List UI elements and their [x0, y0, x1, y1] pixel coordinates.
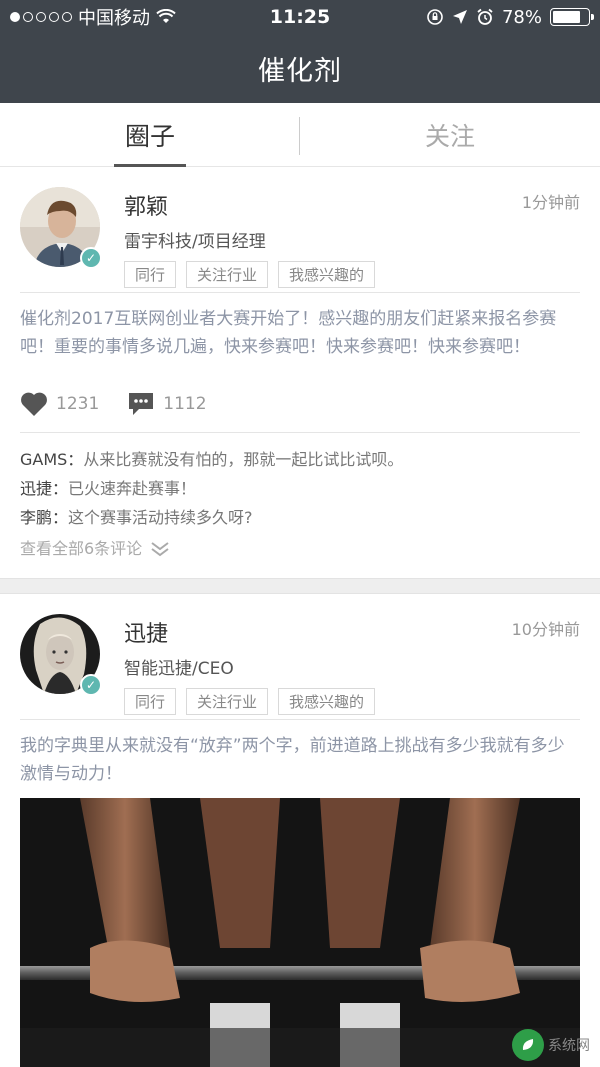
post-time: 10分钟前	[511, 620, 580, 639]
watermark-text: 系统网	[548, 1038, 590, 1054]
comment-text: 这个赛事活动持续多久呀?	[68, 508, 253, 527]
tag-list: 同行 关注行业 我感兴趣的	[124, 261, 580, 288]
comment-item[interactable]: 迅捷：已火速奔赴赛事！	[20, 474, 580, 503]
view-all-comments-link[interactable]: 查看全部6条评论	[20, 534, 580, 564]
post-time: 1分钟前	[521, 193, 580, 212]
page-title: 催化剂	[258, 56, 342, 87]
heart-icon	[21, 392, 47, 416]
comment-button[interactable]: 1112	[127, 391, 207, 417]
like-count: 1231	[56, 393, 100, 414]
tab-circle[interactable]: 圈子	[0, 103, 300, 166]
comment-bubble-icon	[129, 392, 154, 415]
avatar[interactable]: ✓	[20, 614, 102, 696]
post-header: ✓ 郭颖 雷宇科技/项目经理 同行 关注行业 我感兴趣的 1分钟前	[20, 167, 580, 293]
comment-item[interactable]: GAMS：从来比赛就没有怕的，那就一起比试比试呗。	[20, 445, 580, 474]
tag-follow-industry[interactable]: 关注行业	[186, 261, 269, 288]
comment-user: 李鹏：	[20, 508, 69, 527]
user-name[interactable]: 郭颖	[124, 189, 580, 221]
tag-follow-industry[interactable]: 关注行业	[186, 688, 269, 715]
top-bar: 中国移动 11:25 78% 催化剂	[0, 0, 600, 103]
user-title: 雷宇科技/项目经理	[124, 232, 266, 252]
watermark-logo-icon	[512, 1029, 544, 1061]
tab-bar: 圈子 关注	[0, 103, 600, 167]
tag-peer[interactable]: 同行	[124, 261, 177, 288]
post-actions: 1231 1112	[20, 375, 580, 433]
rotation-lock-icon	[427, 9, 443, 25]
alarm-icon	[477, 8, 493, 25]
user-title: 智能迅捷/CEO	[124, 659, 234, 679]
post-photo[interactable]	[20, 798, 580, 1067]
user-info: 郭颖 雷宇科技/项目经理 同行 关注行业 我感兴趣的	[124, 187, 580, 292]
tag-list: 同行 关注行业 我感兴趣的	[124, 688, 580, 715]
post-content[interactable]: 我的字典里从来就没有“放弃”两个字，前进道路上挑战有多少我就有多少激情与动力！	[20, 720, 580, 788]
double-chevron-down-icon	[151, 542, 169, 557]
status-bar: 中国移动 11:25 78%	[0, 0, 600, 34]
watermark: 系统网	[512, 1029, 590, 1061]
tag-peer[interactable]: 同行	[124, 688, 177, 715]
comment-text: 从来比赛就没有怕的，那就一起比试比试呗。	[83, 450, 404, 469]
app-screen: 中国移动 11:25 78% 催化剂 圈子 关注 ✓ 郭颖 雷宇科技/项目经理 …	[0, 0, 600, 1067]
status-right: 78%	[426, 6, 594, 28]
wifi-icon	[156, 9, 176, 23]
carrier-label: 中国移动	[78, 8, 150, 29]
location-icon	[452, 10, 467, 24]
post-card: ✓ 迅捷 智能迅捷/CEO 同行 关注行业 我感兴趣的 10分钟前 我的字典里从…	[0, 594, 600, 1067]
post-header: ✓ 迅捷 智能迅捷/CEO 同行 关注行业 我感兴趣的 10分钟前	[20, 594, 580, 720]
tag-interested[interactable]: 我感兴趣的	[278, 261, 376, 288]
verified-check-icon: ✓	[80, 674, 102, 696]
view-all-label: 查看全部6条评论	[20, 539, 143, 558]
status-left: 中国移动	[10, 4, 176, 30]
post-separator	[0, 578, 600, 594]
comment-list: GAMS：从来比赛就没有怕的，那就一起比试比试呗。 迅捷：已火速奔赴赛事！ 李鹏…	[20, 433, 580, 578]
battery-percent: 78%	[501, 6, 542, 28]
signal-strength-icon	[10, 12, 72, 22]
tab-following[interactable]: 关注	[300, 103, 600, 166]
post-card: ✓ 郭颖 雷宇科技/项目经理 同行 关注行业 我感兴趣的 1分钟前 催化剂201…	[0, 167, 600, 578]
battery-fill	[553, 11, 580, 23]
verified-check-icon: ✓	[80, 247, 102, 269]
like-button[interactable]: 1231	[20, 391, 99, 417]
tag-interested[interactable]: 我感兴趣的	[278, 688, 376, 715]
comment-user: 迅捷：	[20, 479, 69, 498]
comment-item[interactable]: 李鹏：这个赛事活动持续多久呀?	[20, 503, 580, 532]
avatar[interactable]: ✓	[20, 187, 102, 269]
post-content[interactable]: 催化剂2017互联网创业者大赛开始了！感兴趣的朋友们赶紧来报名参赛吧！重要的事情…	[20, 293, 580, 375]
comment-count: 1112	[163, 393, 207, 414]
battery-icon	[550, 8, 594, 26]
comment-user: GAMS：	[20, 450, 84, 469]
comment-text: 已火速奔赴赛事！	[68, 479, 197, 498]
